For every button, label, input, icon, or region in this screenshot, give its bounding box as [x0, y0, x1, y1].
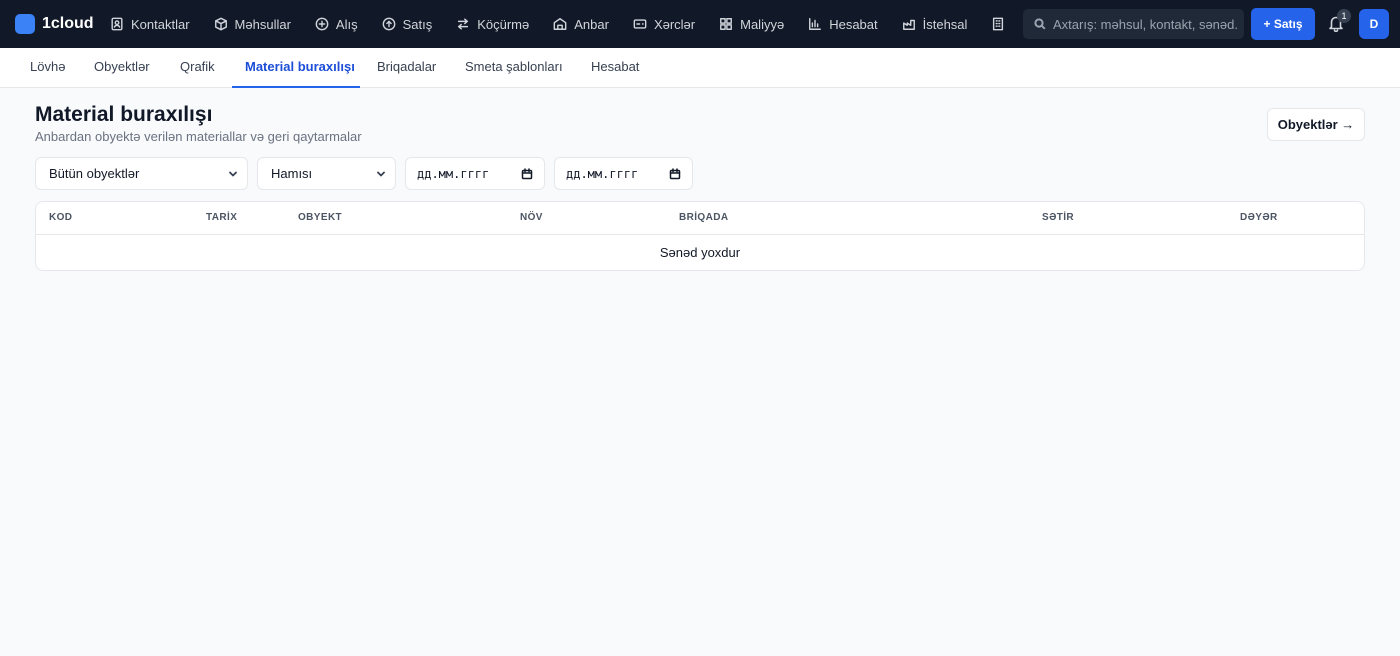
nav-item-label: Anbar [574, 16, 609, 32]
main-nav: Kontaktlar Məhsullar Alış Satış Köçürmə … [110, 0, 1022, 48]
box-icon [214, 17, 227, 31]
chevron-down-icon [229, 171, 237, 176]
search-input[interactable] [1053, 16, 1238, 32]
column-header-date[interactable]: TARİX [206, 202, 237, 234]
nav-item-label: Alış [335, 16, 358, 32]
nav-item-more[interactable] [991, 0, 1012, 48]
type-filter-select[interactable]: Hamısı [257, 157, 396, 190]
empty-state-text: Sənəd yoxdur [659, 245, 741, 260]
page-title: Material buraxılışı [35, 103, 213, 126]
tab-report[interactable]: Hesabat [591, 48, 639, 88]
nav-item-products[interactable]: Məhsullar [214, 0, 291, 48]
tab-dashboard[interactable]: Lövhə [30, 48, 65, 88]
nav-item-label: Köçürmə [477, 16, 530, 32]
nav-item-purchase[interactable]: Alış [315, 0, 358, 48]
date-to-value: дд.мм.гггг [566, 166, 639, 181]
column-header-type[interactable]: NÖV [520, 202, 543, 234]
nav-item-transfer[interactable]: Köçürmə [456, 0, 529, 48]
column-header-object[interactable]: OBYEKT [298, 202, 342, 234]
arrow-circle-icon [382, 17, 395, 31]
building-icon [993, 17, 1004, 31]
nav-item-finance[interactable]: Maliyyə [719, 0, 784, 48]
bar-chart-icon [809, 18, 822, 30]
brand[interactable]: 1cloud [15, 14, 94, 34]
top-navbar: 1cloud Kontaktlar Məhsullar Alış Satış K… [0, 0, 1400, 48]
nav-item-label: Məhsullar [234, 16, 291, 32]
nav-item-sales[interactable]: Satış [382, 0, 433, 48]
brand-logo-icon [15, 14, 35, 34]
date-from-input[interactable]: дд.мм.гггг [405, 157, 545, 190]
wallet-icon [633, 19, 647, 29]
contacts-icon [111, 17, 123, 31]
new-sale-button[interactable]: + Satış [1251, 8, 1315, 40]
nav-item-label: Maliyyə [740, 16, 785, 32]
warehouse-icon [553, 18, 567, 30]
objects-link-button[interactable]: Obyektlər → [1267, 108, 1365, 141]
tab-estimate-templates[interactable]: Smeta şablonları [465, 48, 563, 88]
column-header-code[interactable]: KOD [49, 202, 72, 234]
nav-item-label: Xərclər [653, 16, 696, 32]
column-header-value[interactable]: DƏYƏR [1240, 202, 1278, 234]
notification-count-badge: 1 [1337, 9, 1351, 23]
global-search [1023, 9, 1244, 39]
column-header-lines[interactable]: SƏTİR [1042, 202, 1074, 234]
object-filter-select[interactable]: Bütün obyektlər [35, 157, 248, 190]
nav-item-label: Satış [402, 16, 433, 32]
date-from-value: дд.мм.гггг [417, 166, 490, 181]
nav-item-expenses[interactable]: Xərclər [633, 0, 695, 48]
nav-item-label: Hesabat [829, 16, 878, 32]
factory-icon [902, 19, 915, 30]
tab-schedule[interactable]: Qrafik [180, 48, 215, 88]
chevron-down-icon [377, 171, 385, 176]
brand-name: 1cloud [42, 15, 94, 32]
date-to-input[interactable]: дд.мм.гггг [554, 157, 693, 190]
search-icon [1034, 18, 1046, 30]
column-header-brigade[interactable]: BRİQADA [679, 202, 728, 234]
notifications-button[interactable]: 1 [1327, 9, 1351, 34]
table-header: KOD TARİX OBYEKT NÖV BRİQADA SƏTİR DƏYƏR [36, 202, 1364, 235]
material-release-table: KOD TARİX OBYEKT NÖV BRİQADA SƏTİR DƏYƏR… [35, 201, 1365, 271]
nav-item-contacts[interactable]: Kontaktlar [110, 0, 190, 48]
tab-brigades[interactable]: Briqadalar [377, 48, 436, 88]
calendar-icon [521, 167, 533, 179]
nav-item-label: İstehsal [922, 16, 968, 32]
grid-icon [720, 18, 733, 30]
transfer-icon [458, 18, 469, 30]
plus-circle-icon [315, 17, 329, 31]
tab-objects[interactable]: Obyektlər [94, 48, 150, 88]
nav-item-warehouse[interactable]: Anbar [553, 0, 609, 48]
tab-material-release[interactable]: Material buraxılışı [232, 48, 360, 88]
object-filter-value: Bütün obyektlər [49, 166, 140, 181]
section-tabs: Lövhə Obyektlər Qrafik Material buraxılı… [0, 48, 1400, 88]
nav-item-label: Kontaktlar [131, 16, 190, 32]
user-avatar[interactable]: D [1359, 9, 1389, 39]
nav-item-report[interactable]: Hesabat [808, 0, 878, 48]
page-subtitle: Anbardan obyektə verilən materiallar və … [35, 129, 362, 144]
nav-item-production[interactable]: İstehsal [902, 0, 968, 48]
type-filter-value: Hamısı [271, 166, 313, 181]
calendar-icon [669, 167, 681, 179]
